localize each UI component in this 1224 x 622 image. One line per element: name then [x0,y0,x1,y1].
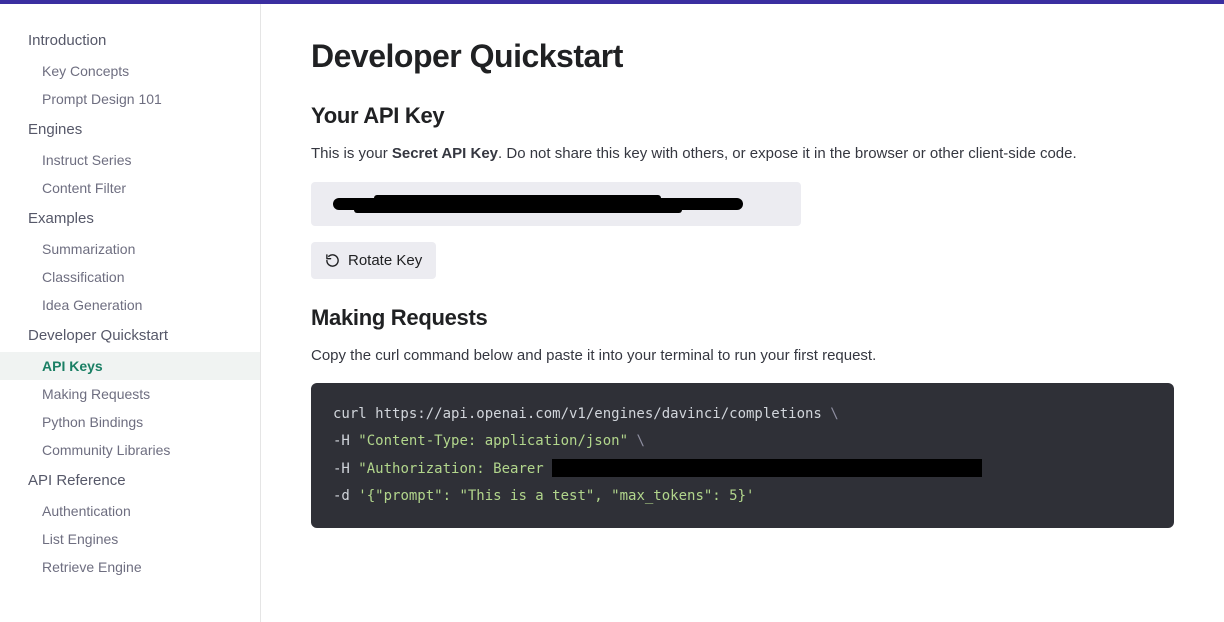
nav-item-key-concepts[interactable]: Key Concepts [0,57,260,85]
nav-item-python-bindings[interactable]: Python Bindings [0,408,260,436]
nav-item-community-libraries[interactable]: Community Libraries [0,436,260,464]
code-backslash-2: \ [636,433,644,449]
code-backslash-1: \ [830,406,838,422]
nav-item-retrieve-engine[interactable]: Retrieve Engine [0,553,260,581]
nav-item-prompt-design-101[interactable]: Prompt Design 101 [0,85,260,113]
making-requests-intro: Copy the curl command below and paste it… [311,345,1174,368]
intro-text-bold: Secret API Key [392,145,498,162]
nav-item-authentication[interactable]: Authentication [0,497,260,525]
code-line-2-flag: -H [333,433,358,449]
nav-section-developer-quickstart[interactable]: Developer Quickstart [0,319,260,352]
code-line-4-string: '{"prompt": "This is a test", "max_token… [358,488,754,504]
intro-text-pre: This is your [311,145,392,162]
section-heading-making-requests: Making Requests [311,305,1174,331]
code-line-3-flag: -H [333,461,358,477]
rotate-icon [325,253,340,268]
nav-item-content-filter[interactable]: Content Filter [0,174,260,202]
nav-list: Introduction Key Concepts Prompt Design … [0,24,260,581]
nav-item-making-requests[interactable]: Making Requests [0,380,260,408]
code-line-2-string: "Content-Type: application/json" [358,433,628,449]
code-auth-token-redacted [552,459,982,477]
nav-section-api-reference[interactable]: API Reference [0,464,260,497]
nav-item-instruct-series[interactable]: Instruct Series [0,146,260,174]
code-line-1: curl https://api.openai.com/v1/engines/d… [333,406,830,422]
page-title: Developer Quickstart [311,38,1174,75]
api-key-intro: This is your Secret API Key. Do not shar… [311,143,1174,166]
nav-item-summarization[interactable]: Summarization [0,235,260,263]
section-heading-api-key: Your API Key [311,103,1174,129]
intro-text-post: . Do not share this key with others, or … [498,145,1077,162]
api-key-display [311,182,801,226]
curl-code-block[interactable]: curl https://api.openai.com/v1/engines/d… [311,383,1174,528]
api-key-redacted [333,198,743,210]
main-content: Developer Quickstart Your API Key This i… [261,4,1224,622]
nav-section-introduction[interactable]: Introduction [0,24,260,57]
rotate-key-button[interactable]: Rotate Key [311,242,436,279]
nav-item-classification[interactable]: Classification [0,263,260,291]
rotate-key-label: Rotate Key [348,252,422,269]
nav-item-idea-generation[interactable]: Idea Generation [0,291,260,319]
nav-item-api-keys[interactable]: API Keys [0,352,260,380]
code-line-3-string-pre: "Authorization: Bearer [358,461,552,477]
nav-item-list-engines[interactable]: List Engines [0,525,260,553]
nav-section-engines[interactable]: Engines [0,113,260,146]
code-line-4-flag: -d [333,488,358,504]
nav-section-examples[interactable]: Examples [0,202,260,235]
sidebar-nav: Introduction Key Concepts Prompt Design … [0,4,261,622]
